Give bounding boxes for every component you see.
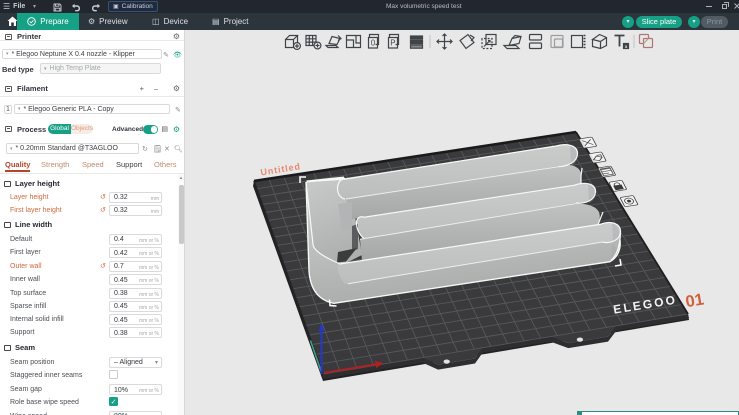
svg-text:P: P [390,39,395,48]
svg-text:0: 0 [371,39,376,48]
svg-text:01: 01 [684,290,705,311]
